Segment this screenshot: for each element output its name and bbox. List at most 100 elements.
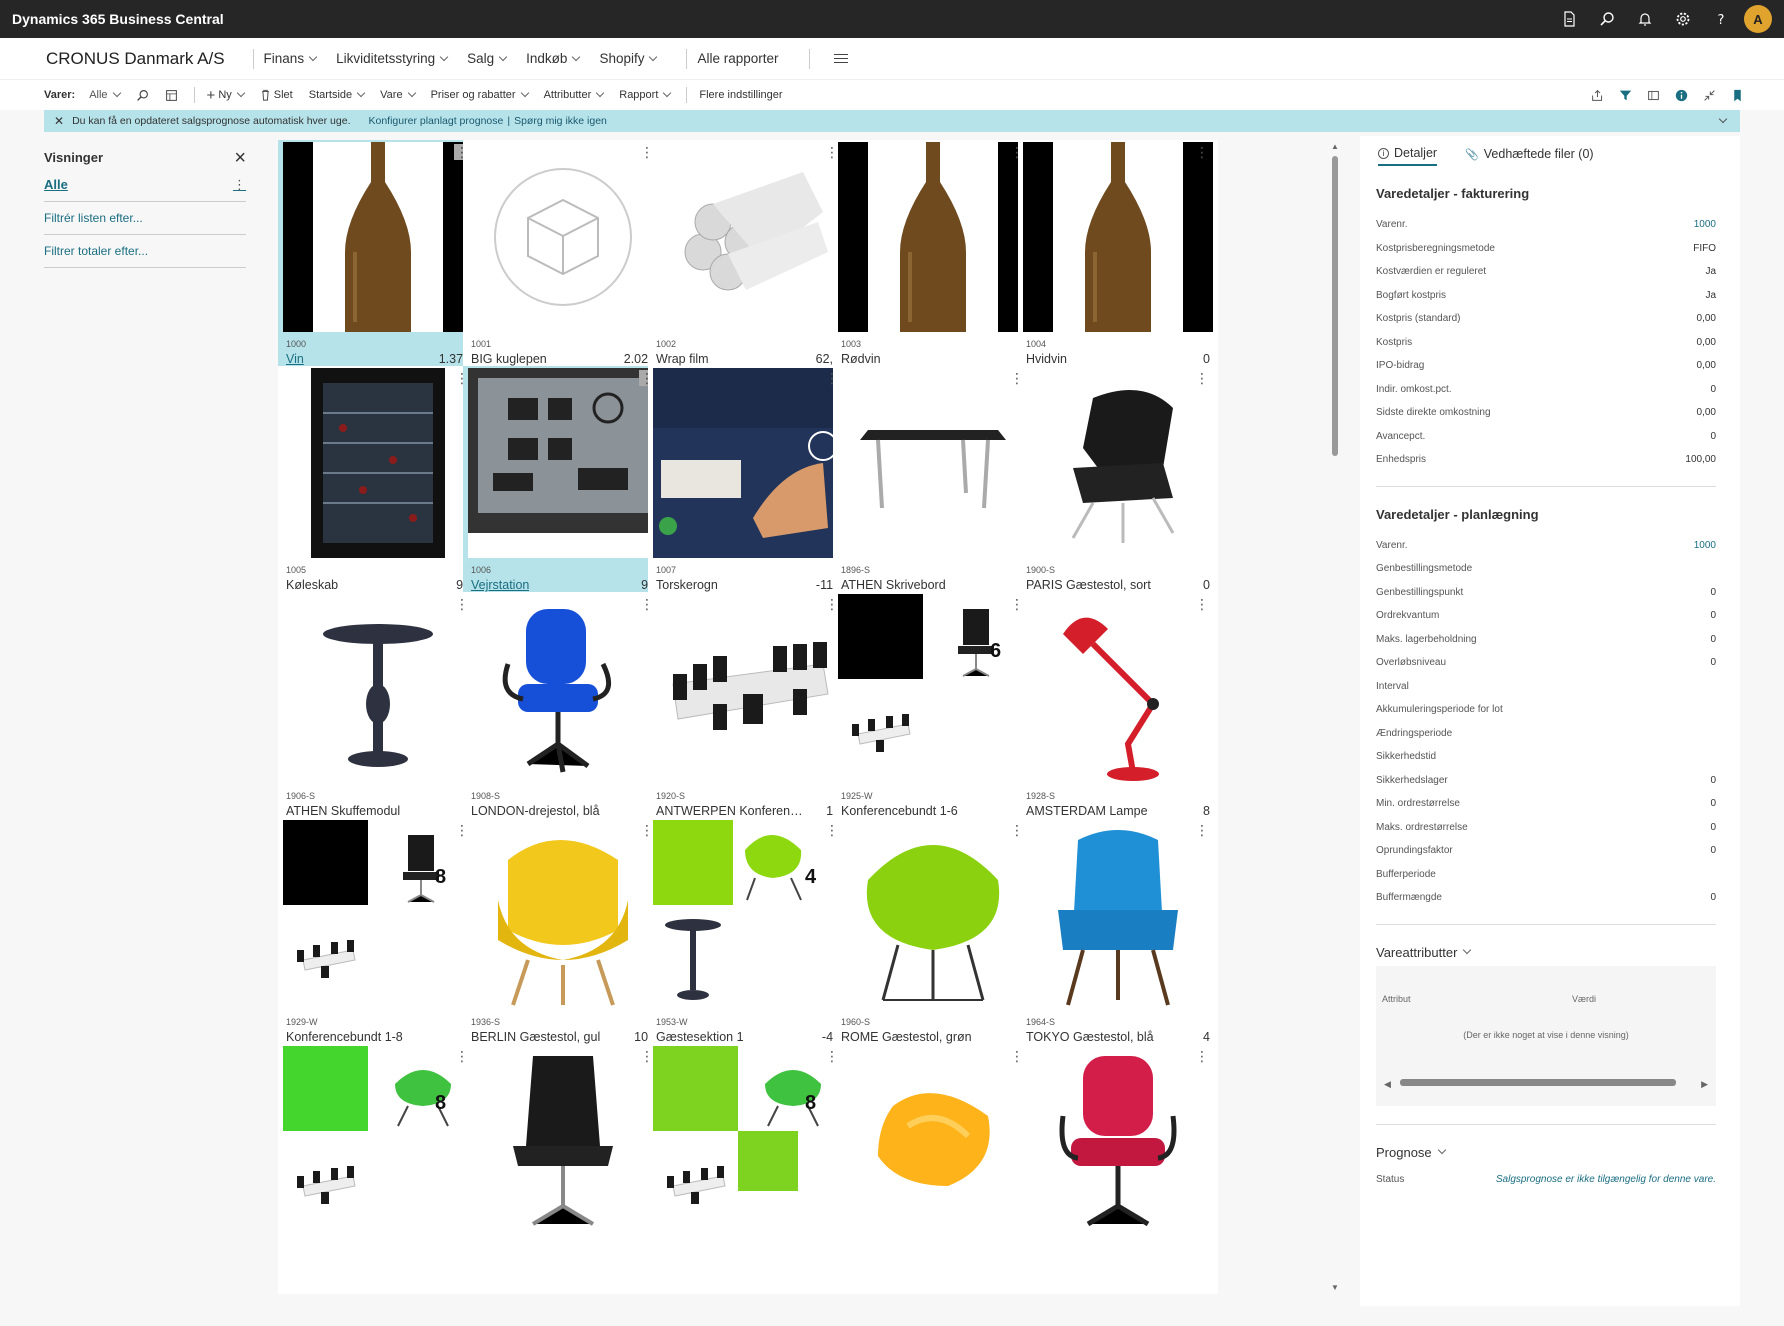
gear-icon[interactable] — [1664, 0, 1702, 38]
item-name[interactable]: Wrap film — [656, 352, 709, 366]
filter-icon[interactable] — [1618, 88, 1632, 102]
more-options-icon[interactable]: ⋮ — [1194, 144, 1210, 160]
collapse-icon[interactable] — [1702, 88, 1716, 102]
item-tile[interactable]: ⋮1906-SATHEN Skuffemodul52.409,00STK — [278, 592, 478, 842]
nav-item-shopify[interactable]: Shopify — [599, 51, 658, 66]
item-image[interactable] — [838, 1046, 1028, 1236]
chevron-down-icon[interactable] — [1718, 114, 1728, 124]
item-tile[interactable]: 8 ⋮ — [278, 1044, 478, 1294]
nav-item-indkob[interactable]: Indkøb — [526, 51, 581, 66]
new-button[interactable]: + Ny — [207, 87, 246, 104]
view-all[interactable]: Alle — [44, 177, 68, 193]
item-image[interactable] — [468, 368, 658, 558]
more-options-icon[interactable]: ⋮ — [1194, 822, 1210, 838]
horizontal-scrollbar[interactable] — [1400, 1078, 1676, 1086]
grid-view-button[interactable] — [165, 89, 178, 102]
item-image[interactable] — [838, 368, 1028, 558]
item-tile[interactable]: ⋮1964-STOKYO Gæstestol, blå41.071,00STK — [1018, 818, 1218, 1068]
item-name[interactable]: Vejrstation — [471, 578, 529, 592]
item-name[interactable]: Konferencebundt 1-6 — [841, 804, 958, 818]
scrollbar[interactable]: ▲ ▼ — [1330, 142, 1340, 1292]
item-tile[interactable]: ⋮ — [1018, 1044, 1218, 1294]
item-image[interactable] — [283, 142, 473, 332]
item-name[interactable]: Hvidvin — [1026, 352, 1067, 366]
item-tile[interactable]: ⋮ — [833, 1044, 1033, 1294]
item-name[interactable]: Rødvin — [841, 352, 881, 366]
delete-button[interactable]: Slet — [260, 89, 293, 101]
item-tile[interactable]: ⋮1936-SBERLIN Gæstestol, gul1001.071,00S… — [463, 818, 663, 1068]
item-tile[interactable]: ⋮1896-SATHEN Skrivebord45.560,00STK — [833, 366, 1033, 616]
item-name[interactable]: ATHEN Skuffemodul — [286, 804, 400, 818]
layout-icon[interactable] — [1646, 88, 1660, 102]
item-tile[interactable]: ⋮1004Hvidvin0100,00STK — [1018, 140, 1218, 390]
item-name[interactable]: Torskerogn — [656, 578, 718, 592]
planning-title[interactable]: Varedetaljer - planlægning — [1376, 507, 1716, 522]
search-icon[interactable] — [1588, 0, 1626, 38]
scroll-down-icon[interactable]: ▼ — [1330, 1283, 1340, 1292]
menu-vare[interactable]: Vare — [380, 88, 416, 101]
scrollbar-thumb[interactable] — [1332, 156, 1338, 456]
forecast-title[interactable]: Prognose — [1376, 1145, 1716, 1160]
item-tile[interactable]: ⋮1960-SROME Gæstestol, grøn21.071,00STK — [833, 818, 1033, 1068]
item-image[interactable]: 8 — [653, 1046, 843, 1236]
item-name[interactable]: TOKYO Gæstestol, blå — [1026, 1030, 1154, 1044]
item-tile[interactable]: ⋮1000Vin1.372100,00STK — [278, 140, 478, 390]
item-image[interactable] — [1023, 368, 1213, 558]
info-icon[interactable] — [1674, 88, 1688, 102]
item-image[interactable] — [653, 142, 843, 332]
app-title[interactable]: Dynamics 365 Business Central — [0, 11, 1550, 27]
hamburger-menu-icon[interactable] — [833, 54, 848, 63]
company-name[interactable]: CRONUS Danmark A/S — [0, 49, 243, 69]
item-tile[interactable]: ⋮1900-SPARIS Gæstestol, sort01.071,00STK — [1018, 366, 1218, 616]
item-image[interactable] — [468, 594, 658, 784]
item-image[interactable] — [283, 594, 473, 784]
field-value[interactable]: 1000 — [1694, 219, 1716, 230]
menu-startside[interactable]: Startside — [309, 88, 366, 101]
item-name[interactable]: Vin — [286, 352, 304, 366]
item-name[interactable]: ATHEN Skrivebord — [841, 578, 946, 592]
item-image[interactable] — [838, 142, 1028, 332]
search-button[interactable] — [136, 89, 149, 102]
tab-attachments[interactable]: 📎 Vedhæftede filer (0) — [1465, 142, 1594, 166]
item-image[interactable] — [1023, 1046, 1213, 1236]
more-options-icon[interactable]: ⋮ — [1194, 1048, 1210, 1064]
item-name[interactable]: AMSTERDAM Lampe — [1026, 804, 1148, 818]
more-options-icon[interactable]: ⋮ — [1194, 370, 1210, 386]
item-tile[interactable]: ⋮1908-SLONDON-drejestol, blå31.056,00STK — [463, 592, 663, 842]
item-name[interactable]: Gæstesektion 1 — [656, 1030, 744, 1044]
nav-item-all-reports[interactable]: Alle rapporter — [697, 51, 778, 66]
item-tile[interactable]: 6⋮1925-WKonferencebundt 1-601.049,00STK — [833, 592, 1033, 842]
item-image[interactable] — [1023, 820, 1213, 1010]
bell-icon[interactable] — [1626, 0, 1664, 38]
item-image[interactable] — [653, 368, 843, 558]
item-image[interactable]: 4 — [653, 820, 843, 1010]
nav-item-finans[interactable]: Finans — [264, 51, 318, 66]
item-tile[interactable]: ⋮1003Rødvin0100,00STK — [833, 140, 1033, 390]
more-options-icon[interactable]: ⋮ — [1194, 596, 1210, 612]
item-tile[interactable]: ⋮1007Torskerogn-1184,00STK — [648, 366, 848, 616]
item-image[interactable] — [653, 594, 843, 784]
item-name[interactable]: Køleskab — [286, 578, 338, 592]
item-name[interactable]: Konferencebundt 1-8 — [286, 1030, 403, 1044]
item-name[interactable]: BERLIN Gæstestol, gul — [471, 1030, 600, 1044]
bookmark-icon[interactable] — [1730, 88, 1744, 102]
item-tile[interactable]: ⋮1002Wrap film62,70,00KG — [648, 140, 848, 390]
filter-select[interactable]: Alle — [89, 88, 121, 101]
item-image[interactable] — [468, 1046, 658, 1236]
item-image[interactable]: 6 — [838, 594, 1028, 784]
avatar[interactable]: A — [1744, 5, 1772, 33]
item-image[interactable]: 8 — [283, 1046, 473, 1236]
scroll-up-icon[interactable]: ▲ — [1330, 142, 1340, 151]
scroll-right-icon[interactable]: ▶ — [1701, 1079, 1708, 1090]
help-icon[interactable]: ? — [1702, 0, 1740, 38]
menu-rapport[interactable]: Rapport — [619, 88, 672, 101]
filter-totals-link[interactable]: Filtrer totaler efter... — [44, 235, 246, 268]
menu-priser-og-rabatter[interactable]: Priser og rabatter — [431, 88, 529, 101]
item-name[interactable]: ANTWERPEN Konference... — [656, 804, 806, 818]
item-name[interactable]: PARIS Gæstestol, sort — [1026, 578, 1151, 592]
share-icon[interactable] — [1590, 88, 1604, 102]
item-name[interactable]: ROME Gæstestol, grøn — [841, 1030, 972, 1044]
menu-attributter[interactable]: Attributter — [544, 88, 605, 101]
item-tile[interactable]: ⋮1005Køleskab971.000,00STK — [278, 366, 478, 616]
item-tile[interactable]: 8 ⋮ — [648, 1044, 848, 1294]
